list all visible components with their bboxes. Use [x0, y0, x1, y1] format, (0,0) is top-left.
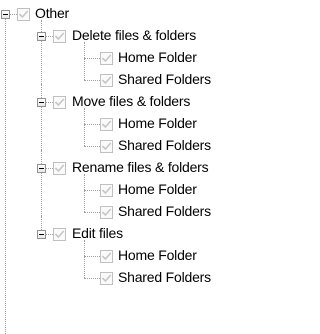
tree-item-label: Other	[35, 5, 70, 21]
check-icon	[101, 54, 112, 63]
tree-connector-line	[84, 278, 100, 279]
tree-connector-line	[84, 58, 85, 80]
tree-connector-line	[84, 212, 100, 213]
tree-item-checkbox[interactable]	[100, 184, 113, 197]
tree-connector-line	[9, 14, 17, 15]
tree-connector-line	[84, 174, 85, 190]
tree-connector-line	[41, 84, 42, 98]
tree-connector-line	[84, 240, 85, 256]
tree-item-label: Shared Folders	[118, 137, 211, 153]
tree-item-label: Home Folder	[118, 247, 197, 263]
tree-item-checkbox[interactable]	[100, 272, 113, 285]
tree-item-checkbox[interactable]	[53, 228, 66, 241]
tree-item-checkbox[interactable]	[100, 206, 113, 219]
tree-item-label: Home Folder	[118, 49, 197, 65]
check-icon	[101, 186, 112, 195]
check-icon	[101, 142, 112, 151]
tree-item-label: Edit files	[72, 225, 123, 241]
tree-item-label: Home Folder	[118, 181, 197, 197]
check-icon	[54, 98, 65, 107]
check-icon	[101, 252, 112, 261]
tree-item-label: Rename files & folders	[72, 159, 209, 175]
tree-connector-line	[84, 190, 85, 212]
tree-connector-line	[41, 20, 42, 32]
check-icon	[101, 274, 112, 283]
tree-connector-line	[84, 80, 100, 81]
check-icon	[54, 164, 65, 173]
check-icon	[101, 208, 112, 217]
tree-item-checkbox[interactable]	[100, 52, 113, 65]
check-icon	[101, 120, 112, 129]
tree-connector-line	[45, 102, 53, 103]
tree-connector-line	[5, 14, 6, 334]
tree-item-checkbox[interactable]	[100, 250, 113, 263]
tree-item-checkbox[interactable]	[17, 8, 30, 21]
tree-connector-line	[84, 108, 85, 124]
permissions-tree: Other Delete files & folders Home Folder Sh…	[0, 0, 264, 334]
tree-item-label: Move files & folders	[72, 93, 191, 109]
tree-item-checkbox[interactable]	[53, 30, 66, 43]
tree-connector-line	[84, 190, 100, 191]
tree-connector-line	[84, 256, 100, 257]
check-icon	[54, 230, 65, 239]
tree-item-checkbox[interactable]	[53, 96, 66, 109]
tree-connector-line	[84, 58, 100, 59]
tree-item-checkbox[interactable]	[100, 74, 113, 87]
tree-connector-line	[84, 42, 85, 58]
tree-item-label: Shared Folders	[118, 203, 211, 219]
check-icon	[54, 32, 65, 41]
check-icon	[101, 76, 112, 85]
tree-item-label: Shared Folders	[118, 269, 211, 285]
tree-connector-line	[41, 150, 42, 164]
tree-connector-line	[84, 146, 100, 147]
tree-connector-line	[45, 168, 53, 169]
tree-connector-line	[41, 216, 42, 230]
tree-connector-line	[84, 256, 85, 278]
check-icon	[18, 10, 29, 19]
tree-item-checkbox[interactable]	[100, 140, 113, 153]
tree-item-label: Delete files & folders	[72, 27, 196, 43]
tree-connector-line	[84, 124, 85, 146]
tree-connector-line	[45, 36, 53, 37]
tree-item-checkbox[interactable]	[100, 118, 113, 131]
tree-item-checkbox[interactable]	[53, 162, 66, 175]
tree-connector-line	[45, 234, 53, 235]
tree-item-label: Shared Folders	[118, 71, 211, 87]
tree-item-label: Home Folder	[118, 115, 197, 131]
tree-connector-line	[84, 124, 100, 125]
